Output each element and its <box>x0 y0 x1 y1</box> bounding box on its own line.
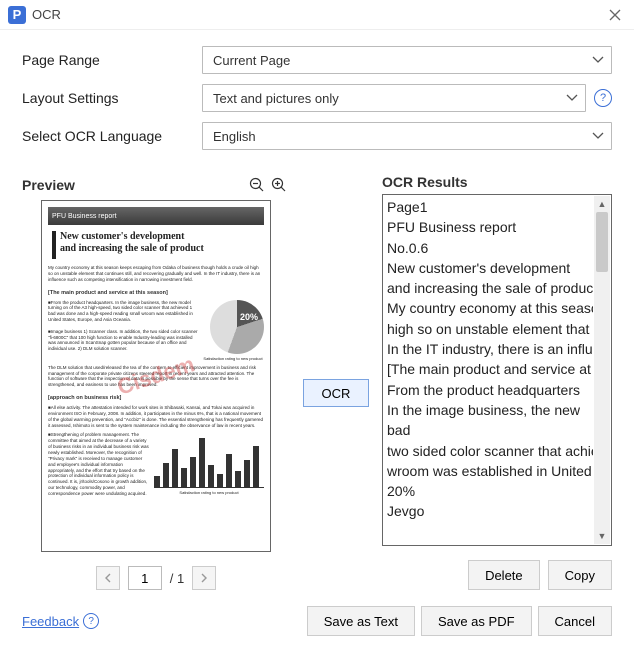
ocr-results-textarea[interactable]: Page1PFU Business reportNo.0.6New custom… <box>382 194 612 546</box>
preview-page: PFU Business report New customer's devel… <box>41 200 271 552</box>
zoom-out-icon <box>249 177 265 193</box>
zoom-out-button[interactable] <box>246 174 268 196</box>
scroll-thumb[interactable] <box>596 212 608 272</box>
close-icon <box>609 9 621 21</box>
copy-button[interactable]: Copy <box>548 560 612 590</box>
results-title: OCR Results <box>382 174 612 190</box>
results-line: two sided color scanner that achieved <box>387 441 593 461</box>
scroll-up-icon[interactable]: ▲ <box>594 196 610 212</box>
results-line: New customer's development <box>387 258 593 278</box>
results-line: My country economy at this season <box>387 298 593 318</box>
delete-button[interactable]: Delete <box>468 560 540 590</box>
ocr-button[interactable]: OCR <box>303 379 369 407</box>
layout-help-icon[interactable]: ? <box>594 89 612 107</box>
ocr-language-label: Select OCR Language <box>22 128 202 144</box>
results-scrollbar[interactable]: ▲ ▼ <box>594 196 610 544</box>
results-line: Page1 <box>387 197 593 217</box>
results-line: high so on unstable element that <box>387 319 593 339</box>
results-line: bad <box>387 420 593 440</box>
chevron-left-icon <box>104 573 112 583</box>
results-line: PFU Business report <box>387 217 593 237</box>
cancel-button[interactable]: Cancel <box>538 606 612 636</box>
results-line: 20% <box>387 481 593 501</box>
results-line: [The main product and service at this <box>387 359 593 379</box>
results-line: Jevgo <box>387 501 593 521</box>
feedback-link[interactable]: Feedback <box>22 614 79 629</box>
results-line: wroom was established in United <box>387 461 593 481</box>
feedback-help-icon[interactable]: ? <box>83 613 99 629</box>
preview-title: Preview <box>22 177 246 193</box>
results-line: No.0.6 <box>387 238 593 258</box>
close-button[interactable] <box>604 4 626 26</box>
results-line: In the image business, the new <box>387 400 593 420</box>
app-icon: P <box>8 6 26 24</box>
layout-settings-label: Layout Settings <box>22 90 202 106</box>
zoom-in-icon <box>271 177 287 193</box>
page-total: / 1 <box>170 571 184 586</box>
zoom-in-button[interactable] <box>268 174 290 196</box>
preview-bar-chart <box>154 432 264 488</box>
next-page-button[interactable] <box>192 566 216 590</box>
preview-header-bar: PFU Business report <box>48 207 264 225</box>
page-range-label: Page Range <box>22 52 202 68</box>
window-title: OCR <box>32 7 604 22</box>
results-line: From the product headquarters <box>387 380 593 400</box>
results-line: and increasing the sale of product <box>387 278 593 298</box>
preview-pie-chart: 20% <box>210 300 264 354</box>
page-number-input[interactable] <box>128 566 162 590</box>
prev-page-button[interactable] <box>96 566 120 590</box>
save-as-pdf-button[interactable]: Save as PDF <box>421 606 532 636</box>
results-line: In the IT industry, there is an influenc… <box>387 339 593 359</box>
save-as-text-button[interactable]: Save as Text <box>307 606 415 636</box>
scroll-down-icon[interactable]: ▼ <box>594 528 610 544</box>
ocr-language-select[interactable]: English <box>202 122 612 150</box>
preview-headline: New customer's developmentand increasing… <box>52 231 260 255</box>
chevron-right-icon <box>200 573 208 583</box>
page-range-select[interactable]: Current Page <box>202 46 612 74</box>
layout-settings-select[interactable]: Text and pictures only <box>202 84 586 112</box>
